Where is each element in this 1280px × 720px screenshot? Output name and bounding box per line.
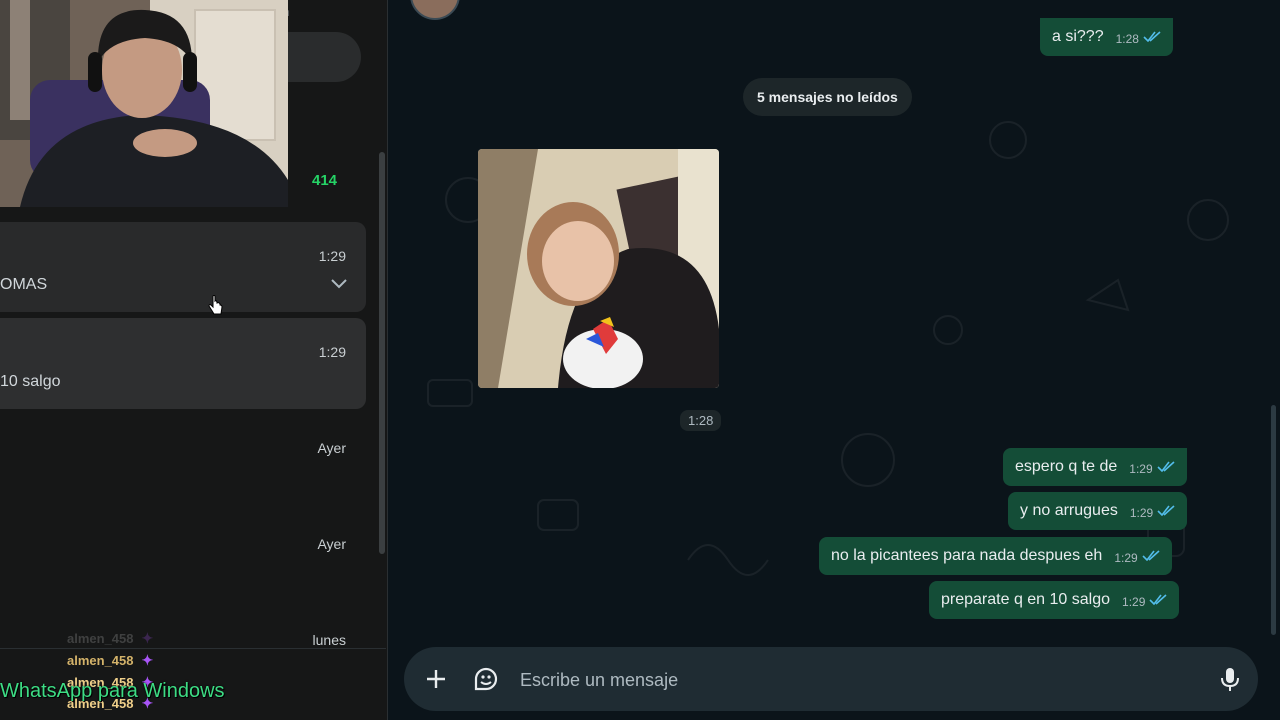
chat-time: 1:29 bbox=[318, 248, 346, 264]
divider bbox=[0, 648, 386, 649]
message-time: 1:29 bbox=[1122, 595, 1146, 609]
photo-time: 1:28 bbox=[680, 410, 722, 431]
app-caption: WhatsApp para Windows bbox=[0, 680, 225, 702]
read-ticks-icon bbox=[1149, 594, 1167, 605]
message-text: espero q te de bbox=[1015, 458, 1118, 475]
message-text: a si??? bbox=[1052, 28, 1104, 45]
message-text: preparate q en 10 salgo bbox=[941, 591, 1111, 608]
outgoing-message[interactable]: y no arrugues 1:29 bbox=[1008, 492, 1188, 530]
chat-preview: OMAS bbox=[0, 276, 48, 293]
outgoing-message[interactable]: no la picantees para nada despues eh 1:29 bbox=[819, 537, 1172, 575]
chat-list-item[interactable]: Ayer bbox=[0, 510, 366, 600]
message-time: 1:29 bbox=[1129, 506, 1154, 520]
chat-preview: 10 salgo bbox=[0, 373, 61, 390]
message-text: y no arrugues bbox=[1020, 502, 1118, 519]
chat-time: 1:29 bbox=[318, 344, 346, 360]
unread-messages-banner: 5 mensajes no leídos bbox=[743, 78, 912, 116]
stream-chat-user: almen_458 bbox=[67, 653, 134, 668]
read-ticks-icon bbox=[1157, 505, 1175, 516]
outgoing-message[interactable]: espero q te de 1:29 bbox=[1003, 448, 1187, 486]
stream-chat-line: almen_458 ✦ bbox=[67, 630, 153, 647]
message-text: no la picantees para nada despues eh bbox=[831, 547, 1103, 564]
chevron-down-icon[interactable] bbox=[330, 278, 348, 290]
read-ticks-icon bbox=[1142, 550, 1160, 561]
received-photo[interactable] bbox=[478, 149, 719, 388]
chat-list-item[interactable]: Ayer bbox=[0, 414, 366, 504]
stream-chat-user: almen_458 bbox=[67, 631, 134, 646]
message-time: 1:28 bbox=[1115, 32, 1139, 46]
sparkle-icon: ✦ bbox=[141, 652, 154, 668]
webcam-overlay bbox=[0, 0, 288, 207]
conversation-panel: a si??? 1:28 5 mensajes no leídos 1:28 es… bbox=[388, 0, 1280, 720]
microphone-icon[interactable] bbox=[1216, 665, 1244, 693]
read-ticks-icon bbox=[1157, 461, 1175, 472]
message-composer bbox=[404, 647, 1258, 713]
streamer-webcam-image bbox=[0, 0, 288, 207]
photo-image bbox=[478, 149, 719, 388]
chat-list-item[interactable]: 1:29 OMAS bbox=[0, 222, 366, 312]
chat-list-item-active[interactable]: 1:29 10 salgo bbox=[0, 318, 366, 409]
sticker-icon[interactable] bbox=[472, 665, 500, 693]
chat-list-item[interactable]: lunes bbox=[0, 606, 366, 666]
unread-count-badge: 414 bbox=[312, 172, 338, 189]
chat-time: Ayer bbox=[317, 536, 346, 552]
chat-time: lunes bbox=[312, 632, 346, 648]
message-time: 1:29 bbox=[1129, 462, 1153, 476]
message-time: 1:29 bbox=[1114, 551, 1138, 565]
outgoing-message[interactable]: preparate q en 10 salgo 1:29 bbox=[929, 581, 1180, 619]
stream-chat-line: almen_458 ✦ bbox=[67, 652, 153, 669]
outgoing-message[interactable]: a si??? 1:28 bbox=[1040, 18, 1173, 56]
message-input[interactable] bbox=[518, 647, 1202, 713]
conversation-scrollbar[interactable] bbox=[1271, 405, 1276, 635]
chat-time: Ayer bbox=[317, 440, 346, 456]
sidebar-scrollbar[interactable] bbox=[379, 152, 385, 554]
sparkle-icon: ✦ bbox=[141, 630, 154, 646]
plus-icon[interactable] bbox=[422, 665, 450, 693]
read-ticks-icon bbox=[1143, 31, 1161, 42]
hand-cursor-icon bbox=[208, 295, 223, 315]
